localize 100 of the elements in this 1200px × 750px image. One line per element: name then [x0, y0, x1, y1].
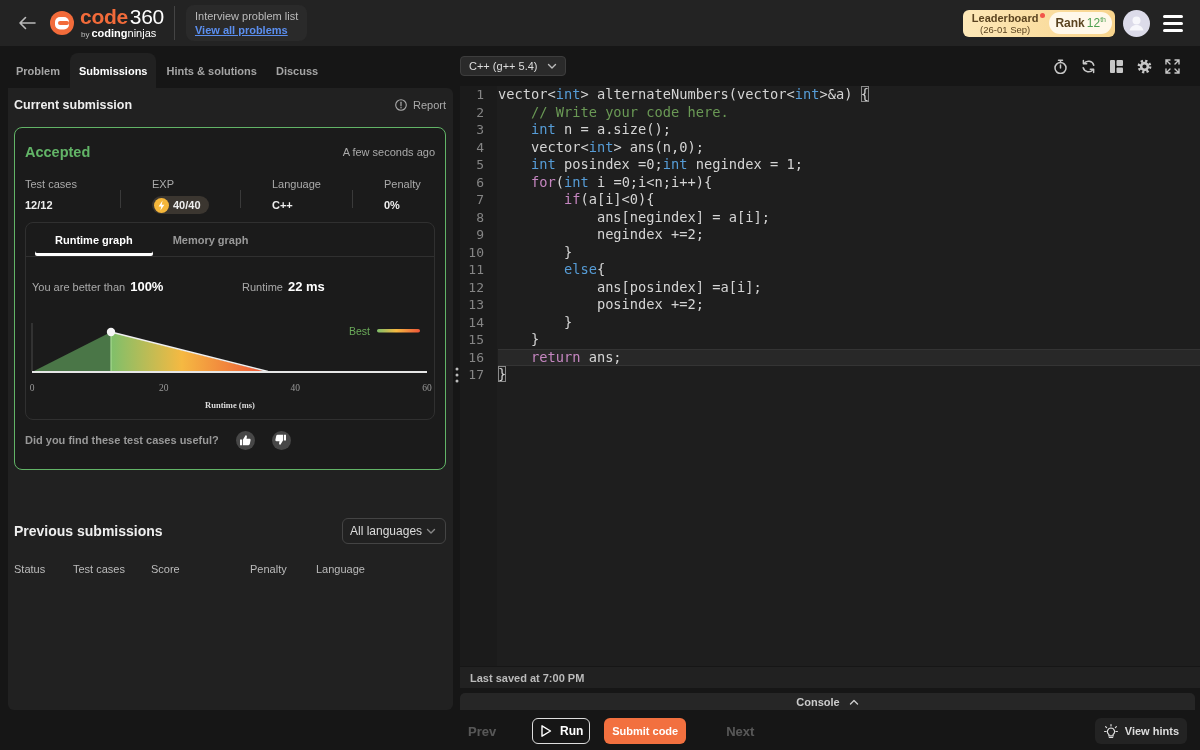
- menu-icon: [1163, 14, 1183, 32]
- legend-label: Best: [349, 325, 370, 337]
- refresh-icon[interactable]: [1081, 58, 1096, 74]
- view-all-link[interactable]: View all problems: [194, 24, 299, 36]
- thumbs-down-button[interactable]: [271, 430, 291, 450]
- play-icon: [539, 724, 553, 738]
- stat-label: EXP: [152, 177, 175, 191]
- lightbulb-icon: [1103, 724, 1118, 738]
- column-header: Penalty: [250, 563, 287, 575]
- stat-label: Language: [272, 177, 322, 191]
- tab[interactable]: Hints & solutions: [157, 53, 266, 88]
- menu-button[interactable]: [1163, 14, 1183, 32]
- chevron-down-icon: [547, 61, 557, 71]
- line-number: 14: [468, 313, 484, 331]
- line-number: 5: [476, 156, 484, 174]
- thumbs-up-button[interactable]: [235, 430, 255, 450]
- percentile-value: 100%: [130, 278, 164, 294]
- stat-value: C++: [272, 199, 293, 211]
- line-number: 10: [468, 243, 484, 261]
- code-line: ans[negindex] = a[i];: [595, 208, 770, 226]
- better-than-label: You are better than: [32, 280, 126, 293]
- column-header: Test cases: [73, 563, 125, 575]
- runtime-point: [106, 327, 116, 337]
- code-line: }: [562, 243, 573, 261]
- line-number: 13: [468, 296, 484, 314]
- stat-label: Test cases: [25, 177, 78, 191]
- code-line: ans[posindex] =a[i];: [595, 278, 762, 296]
- stat-value: 12/12: [25, 199, 53, 211]
- runtime-marker-line: [110, 334, 112, 372]
- code-line: vector<int> ans(n,0);: [529, 138, 705, 156]
- line-number: 9: [476, 226, 484, 244]
- line-number: 11: [468, 261, 484, 279]
- stat-label: Penalty: [384, 177, 422, 191]
- timer-icon[interactable]: [1053, 58, 1068, 74]
- tab[interactable]: Problem: [7, 53, 69, 88]
- view-hints-button[interactable]: View hints: [1094, 718, 1187, 744]
- line-number: 4: [476, 138, 484, 156]
- line-number: 8: [476, 208, 484, 226]
- x-tick-label: 40: [290, 383, 301, 393]
- column-header: Status: [14, 563, 46, 575]
- code-line: int n = a.size();: [529, 121, 672, 139]
- language-dropdown[interactable]: C++ (g++ 5.4): [460, 56, 566, 76]
- code-line: for(int i =0;i<n;i++){: [529, 173, 713, 191]
- console-toggle[interactable]: Console: [460, 693, 1195, 710]
- code-line: if(a[i]<0){: [562, 191, 655, 209]
- x-axis-title: Runtime (ms): [205, 400, 255, 410]
- line-number: 3: [476, 121, 484, 139]
- code-line: // Write your code here.: [529, 103, 729, 121]
- line-number: 15: [468, 331, 484, 349]
- settings-icon[interactable]: [1137, 58, 1152, 74]
- info-icon: [394, 99, 407, 111]
- arrow-left-icon: [18, 16, 36, 30]
- code-line: }: [562, 313, 573, 331]
- code-line: posindex +=2;: [595, 296, 704, 314]
- line-number: 17: [468, 366, 484, 384]
- column-header: Language: [316, 563, 365, 575]
- graph-tab[interactable]: Runtime graph: [35, 223, 153, 256]
- x-tick-label: 0: [29, 383, 35, 393]
- breadcrumb-title: Interview problem list: [194, 10, 299, 22]
- report-button[interactable]: Report: [394, 99, 446, 111]
- graph-tab[interactable]: Memory graph: [152, 223, 269, 256]
- thumbs-up-icon: [239, 434, 252, 446]
- leaderboard-button[interactable]: Leaderboard (26-01 Sep) Rank 12$^{th}$: [962, 9, 1115, 37]
- section-title: Current submission: [14, 98, 133, 112]
- thumbs-down-icon: [275, 434, 288, 446]
- last-saved-text: Last saved at 7:00 PM: [470, 671, 585, 684]
- code-line: vector<int> alternateNumbers(vector<int>&a) {: [498, 86, 869, 104]
- section-title: Previous submissions: [14, 523, 163, 539]
- tab[interactable]: Discuss: [266, 53, 328, 88]
- logo-icon: [50, 11, 74, 35]
- tab[interactable]: Submissions: [70, 53, 157, 88]
- stat-value: 0%: [384, 199, 400, 211]
- language-filter-dropdown[interactable]: All languages: [342, 518, 446, 544]
- status-text: Accepted: [25, 143, 91, 160]
- avatar-icon[interactable]: [1123, 9, 1150, 37]
- legend-gradient-bar: [377, 329, 420, 333]
- line-number: 7: [476, 191, 484, 209]
- x-tick-label: 20: [158, 383, 169, 393]
- code-line: negindex +=2;: [595, 226, 704, 244]
- code-line: }: [529, 331, 540, 349]
- lightning-icon: [154, 197, 169, 213]
- code-line: else{: [562, 261, 606, 279]
- submitted-time: A few seconds ago: [342, 145, 435, 158]
- line-number: 6: [476, 173, 484, 191]
- drag-handle-icon[interactable]: [455, 367, 459, 383]
- fullscreen-icon[interactable]: [1165, 58, 1180, 74]
- column-header: Score: [151, 563, 180, 575]
- feedback-question: Did you find these test cases useful?: [25, 434, 219, 446]
- exp-value: 40/40: [173, 199, 201, 211]
- run-button[interactable]: Run: [532, 718, 591, 744]
- line-number: 1: [476, 86, 484, 104]
- line-number: 12: [468, 278, 484, 296]
- runtime-value: 22 ms: [287, 278, 325, 294]
- caret-down-icon: [426, 526, 436, 536]
- layout-icon[interactable]: [1109, 58, 1124, 74]
- rank-badge: Rank 12$^{th}$: [1049, 12, 1112, 34]
- runtime-label: Runtime: [242, 280, 283, 293]
- back-button[interactable]: [18, 16, 36, 30]
- code-line: int posindex =0;int negindex = 1;: [529, 156, 803, 174]
- line-number: 2: [476, 103, 484, 121]
